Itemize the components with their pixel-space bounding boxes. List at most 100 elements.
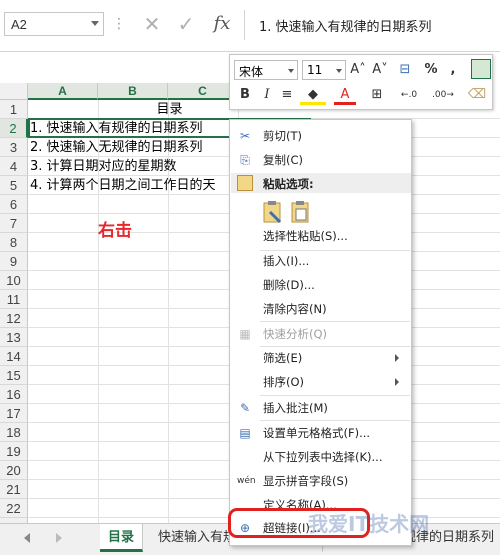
name-box-value: A2 bbox=[11, 17, 27, 32]
row-header[interactable]: 3 bbox=[0, 138, 28, 157]
tab-scroll-right-icon[interactable] bbox=[56, 533, 62, 543]
row-header[interactable]: 2 bbox=[0, 119, 28, 138]
select-all-corner[interactable] bbox=[0, 83, 28, 100]
right-click-annotation: 右击 bbox=[98, 221, 132, 241]
menu-item-format-cells[interactable]: ▤ 设置单元格格式(F)... bbox=[231, 421, 411, 445]
italic-button[interactable]: I bbox=[258, 85, 276, 105]
mini-toolbar: 宋体 11 A˄ A˅ ⊟ % , B I ≡ ◆ A ⊞ ←.0 .00→ ⌫ bbox=[229, 54, 493, 110]
row-header[interactable]: 17 bbox=[0, 404, 28, 423]
borders-icon[interactable]: ⊞ bbox=[366, 85, 388, 105]
confirm-icon[interactable]: ✓ bbox=[172, 10, 200, 38]
increase-decimal-icon[interactable]: ←.0 bbox=[394, 85, 424, 105]
decrease-decimal-icon[interactable]: .00→ bbox=[426, 85, 460, 105]
menu-item-delete[interactable]: 删除(D)... bbox=[231, 273, 411, 297]
menu-item-label: 删除(D)... bbox=[263, 278, 315, 292]
cell-a3[interactable]: 2. 快速输入无规律的日期系列 bbox=[30, 138, 203, 157]
menu-item-label: 设置单元格格式(F)... bbox=[263, 426, 371, 440]
row-header[interactable]: 9 bbox=[0, 252, 28, 271]
row-header[interactable]: 18 bbox=[0, 423, 28, 442]
drag-handle-icon[interactable]: ⋮ bbox=[112, 14, 126, 34]
row-header[interactable]: 22 bbox=[0, 499, 28, 518]
row-header[interactable]: 11 bbox=[0, 290, 28, 309]
align-center-icon[interactable]: ≡ bbox=[278, 85, 296, 105]
row-header[interactable]: 14 bbox=[0, 347, 28, 366]
column-header-a[interactable]: A bbox=[28, 83, 98, 100]
comma-style-icon[interactable]: , bbox=[444, 60, 462, 80]
bold-button[interactable]: B bbox=[236, 85, 254, 105]
accounting-format-icon[interactable]: ⊟ bbox=[393, 60, 417, 80]
eraser-icon[interactable]: ⌫ bbox=[466, 85, 488, 105]
row-header[interactable]: 19 bbox=[0, 442, 28, 461]
menu-item-cut[interactable]: ✂ 剪切(T) bbox=[231, 124, 411, 148]
row-header[interactable]: 7 bbox=[0, 214, 28, 233]
row-header[interactable]: 8 bbox=[0, 233, 28, 252]
row-header[interactable]: 4 bbox=[0, 157, 28, 176]
insert-function-icon[interactable]: fx bbox=[208, 10, 236, 38]
menu-item-filter[interactable]: 筛选(E) bbox=[231, 346, 411, 370]
menu-item-label: 插入批注(M) bbox=[263, 401, 328, 415]
chevron-right-icon bbox=[395, 354, 399, 362]
paste-values-icon[interactable] bbox=[290, 200, 312, 224]
paste-options-label: 粘贴选项: bbox=[263, 177, 314, 191]
font-size-select[interactable]: 11 bbox=[302, 60, 346, 80]
grow-font-icon[interactable]: A˄ bbox=[348, 60, 368, 80]
menu-item-label: 快速分析(Q) bbox=[263, 327, 328, 341]
column-header-b[interactable]: B bbox=[98, 83, 168, 100]
menu-item-pick-from-list[interactable]: 从下拉列表中选择(K)... bbox=[231, 445, 411, 469]
row-header[interactable]: 15 bbox=[0, 366, 28, 385]
font-name-select[interactable]: 宋体 bbox=[234, 60, 298, 80]
row-header[interactable]: 16 bbox=[0, 385, 28, 404]
row-header[interactable]: 10 bbox=[0, 271, 28, 290]
chevron-down-icon bbox=[288, 69, 294, 73]
row-header[interactable]: 13 bbox=[0, 328, 28, 347]
phonetic-icon: wén bbox=[237, 476, 256, 486]
menu-item-label: 清除内容(N) bbox=[263, 302, 327, 316]
font-color-icon[interactable]: A bbox=[334, 85, 356, 105]
format-painter-icon[interactable] bbox=[471, 59, 491, 79]
tab-scroll-left-icon[interactable] bbox=[24, 533, 30, 543]
menu-item-insert-comment[interactable]: ✎ 插入批注(M) bbox=[231, 396, 411, 420]
cell-a5[interactable]: 4. 计算两个日期之间工作日的天 bbox=[30, 176, 216, 195]
watermark: 我爱IT技术网 bbox=[308, 512, 430, 536]
cell-a4[interactable]: 3. 计算日期对应的星期数 bbox=[30, 157, 177, 176]
menu-item-sort[interactable]: 排序(O) bbox=[231, 370, 411, 394]
menu-item-label: 显示拼音字段(S) bbox=[263, 474, 349, 488]
menu-item-paste-special[interactable]: 选择性粘贴(S)... bbox=[231, 224, 411, 248]
menu-item-clear-contents[interactable]: 清除内容(N) bbox=[231, 297, 411, 321]
context-menu: ✂ 剪切(T) ⎘ 复制(C) 粘贴选项: 选择性粘贴(S)... 插入(I).… bbox=[229, 119, 412, 546]
sheet-tab-catalog[interactable]: 目录 bbox=[100, 524, 144, 552]
chevron-right-icon bbox=[395, 378, 399, 386]
row-header[interactable]: 1 bbox=[0, 100, 28, 119]
row-header[interactable]: 6 bbox=[0, 195, 28, 214]
chevron-down-icon[interactable] bbox=[91, 21, 99, 26]
menu-item-label: 从下拉列表中选择(K)... bbox=[263, 450, 383, 464]
cut-icon: ✂ bbox=[239, 129, 251, 143]
menu-item-insert[interactable]: 插入(I)... bbox=[231, 249, 411, 273]
formula-input[interactable]: 1. 快速输入有规律的日期系列 bbox=[244, 10, 500, 40]
menu-item-label: 选择性粘贴(S)... bbox=[263, 229, 348, 243]
row-header[interactable]: 5 bbox=[0, 176, 28, 195]
copy-icon: ⎘ bbox=[240, 153, 250, 167]
name-box[interactable]: A2 bbox=[4, 12, 104, 36]
menu-item-quick-analysis[interactable]: ▦ 快速分析(Q) bbox=[231, 322, 411, 346]
font-size-value: 11 bbox=[307, 63, 323, 77]
percent-style-icon[interactable]: % bbox=[422, 60, 440, 80]
quick-analysis-icon: ▦ bbox=[239, 327, 251, 341]
paste-icon bbox=[237, 175, 253, 191]
row-header[interactable]: 12 bbox=[0, 309, 28, 328]
fill-color-icon[interactable]: ◆ bbox=[300, 85, 326, 105]
menu-item-copy[interactable]: ⎘ 复制(C) bbox=[231, 148, 411, 172]
row-header[interactable]: 20 bbox=[0, 461, 28, 480]
row-header[interactable]: 21 bbox=[0, 480, 28, 499]
formula-bar: A2 ⋮ ✕ ✓ fx 1. 快速输入有规律的日期系列 bbox=[0, 0, 500, 52]
shrink-font-icon[interactable]: A˅ bbox=[370, 60, 390, 80]
cancel-icon[interactable]: ✕ bbox=[138, 10, 166, 38]
menu-item-label: 筛选(E) bbox=[263, 351, 303, 365]
menu-item-label: 插入(I)... bbox=[263, 254, 310, 268]
font-name-value: 宋体 bbox=[239, 65, 264, 79]
paste-options-header: 粘贴选项: bbox=[231, 173, 411, 193]
format-cells-icon: ▤ bbox=[239, 426, 251, 440]
menu-item-show-phonetic[interactable]: wén 显示拼音字段(S) bbox=[231, 469, 411, 493]
column-header-c[interactable]: C bbox=[168, 83, 238, 100]
paste-format-icon[interactable] bbox=[262, 200, 284, 224]
